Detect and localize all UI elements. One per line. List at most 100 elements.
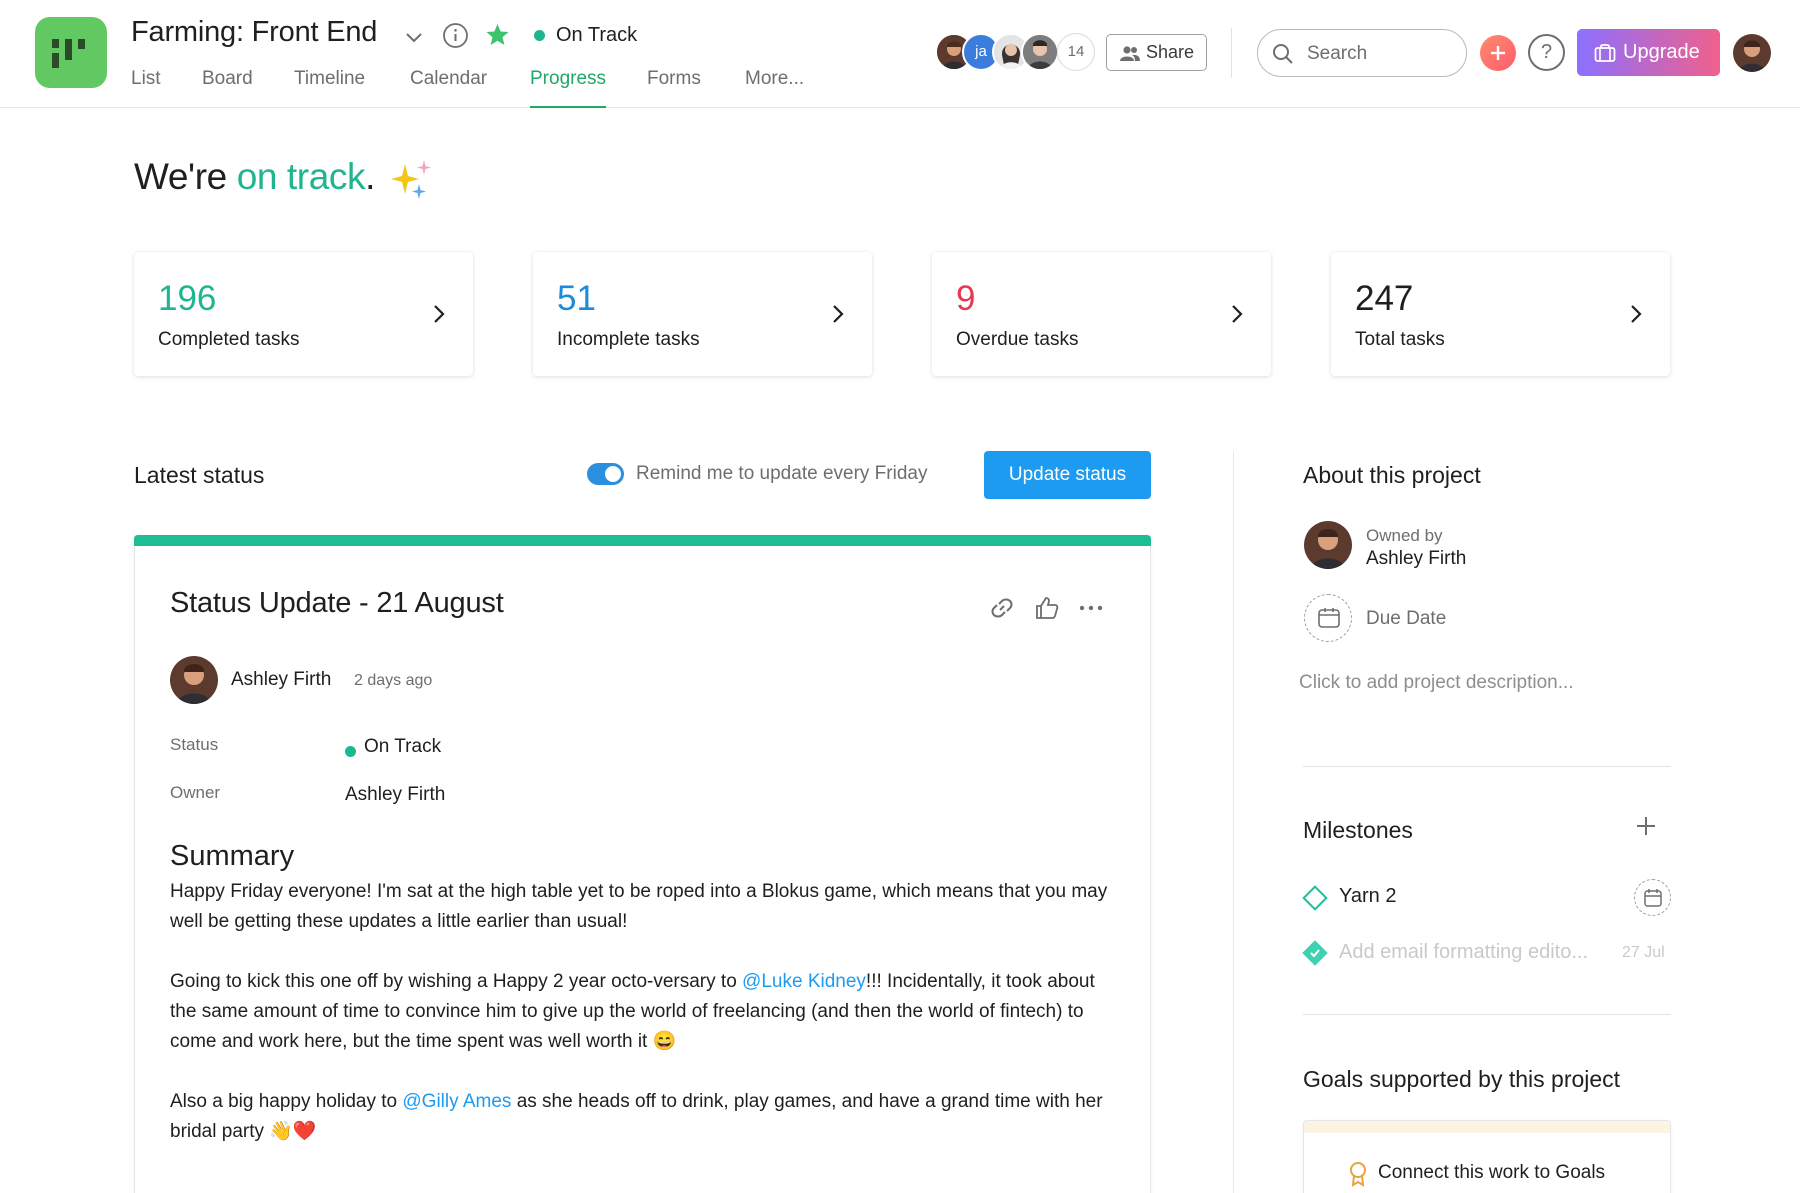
headline-prefix: We're	[134, 156, 237, 197]
avatar[interactable]	[1021, 33, 1059, 71]
info-icon[interactable]	[442, 22, 469, 49]
update-status-button[interactable]: Update status	[984, 451, 1151, 499]
member-count[interactable]: 14	[1057, 33, 1095, 71]
share-label: Share	[1146, 42, 1195, 62]
latest-status-title: Latest status	[134, 462, 265, 488]
status-color-bar	[134, 535, 1151, 546]
connect-goals-label: Connect this work to Goals	[1378, 1162, 1606, 1183]
headline-suffix: .	[365, 156, 375, 197]
divider	[1303, 766, 1671, 767]
owned-by-label: Owned by	[1366, 526, 1443, 545]
mention-link[interactable]: @Gilly Ames	[402, 1091, 511, 1112]
tab-list[interactable]: List	[131, 68, 161, 108]
milestones-title: Milestones	[1303, 817, 1413, 843]
calendar-icon	[1318, 608, 1340, 628]
milestone-complete-icon[interactable]	[1302, 940, 1328, 966]
search-input[interactable]: Search	[1257, 29, 1467, 77]
link-icon[interactable]	[988, 594, 1016, 622]
tab-progress[interactable]: Progress	[530, 68, 607, 108]
owner-name[interactable]: Ashley Firth	[1366, 548, 1466, 570]
star-icon[interactable]	[484, 22, 511, 49]
search-icon	[1273, 44, 1293, 64]
check-icon	[1310, 949, 1320, 958]
column-divider	[1233, 451, 1234, 1193]
divider	[1303, 1014, 1671, 1015]
paragraph-text: Also a big happy holiday to	[170, 1091, 403, 1112]
headline-accent: on track	[236, 156, 366, 197]
milestone-date-button[interactable]	[1634, 879, 1671, 916]
stat-card-overdue[interactable]: 9 Overdue tasks	[932, 252, 1271, 376]
summary-paragraph: Going to kick this one off by wishing a …	[170, 967, 1120, 1057]
tab-forms[interactable]: Forms	[647, 68, 701, 108]
summary-paragraph: Happy Friday everyone! I'm sat at the hi…	[170, 881, 1108, 932]
tab-calendar[interactable]: Calendar	[410, 68, 487, 108]
plus-icon	[1491, 46, 1505, 60]
connect-goals-card[interactable]: Connect this work to Goals	[1303, 1120, 1671, 1193]
status-field-value: On Track	[364, 736, 442, 757]
milestone-diamond-icon[interactable]	[1302, 885, 1328, 911]
stat-card-incomplete[interactable]: 51 Incomplete tasks	[533, 252, 872, 376]
status-field-label: Status	[170, 735, 219, 754]
quick-add-button[interactable]	[1480, 35, 1516, 71]
stat-label: Total tasks	[1355, 329, 1445, 350]
status-dot	[534, 30, 545, 41]
upgrade-button[interactable]: Upgrade	[1577, 29, 1720, 76]
remind-toggle[interactable]	[587, 463, 624, 485]
chevron-right-icon	[1631, 305, 1642, 323]
stat-value: 9	[956, 279, 976, 318]
stat-label: Overdue tasks	[956, 329, 1079, 350]
author-avatar[interactable]	[170, 656, 218, 704]
milestone-name[interactable]: Yarn 2	[1339, 885, 1396, 908]
due-date-button[interactable]	[1304, 594, 1352, 642]
more-options-icon[interactable]	[1077, 594, 1105, 622]
remind-label: Remind me to update every Friday	[636, 463, 928, 484]
timestamp: 2 days ago	[354, 672, 433, 689]
tab-more[interactable]: More...	[745, 68, 804, 108]
sparkle-icon	[391, 160, 431, 199]
people-icon	[1120, 46, 1140, 61]
chevron-right-icon	[434, 305, 445, 323]
milestone-name[interactable]: Add email formatting edito...	[1339, 941, 1588, 964]
project-description-placeholder[interactable]: Click to add project description...	[1299, 672, 1574, 694]
calendar-icon	[1644, 889, 1662, 907]
status-update-title: Status Update - 21 August	[170, 587, 504, 619]
progress-headline: We're on track.	[134, 156, 375, 198]
summary-heading: Summary	[170, 840, 295, 872]
due-date-label[interactable]: Due Date	[1366, 608, 1446, 630]
user-avatar[interactable]	[1733, 34, 1771, 72]
stat-label: Incomplete tasks	[557, 329, 700, 350]
search-placeholder: Search	[1307, 43, 1368, 64]
chevron-down-icon[interactable]	[401, 24, 427, 50]
paragraph-text: Going to kick this one off by wishing a …	[170, 971, 743, 992]
upgrade-label: Upgrade	[1623, 41, 1700, 63]
owner-field-value[interactable]: Ashley Firth	[345, 784, 445, 806]
tab-timeline[interactable]: Timeline	[294, 68, 365, 108]
about-title: About this project	[1303, 462, 1481, 488]
tab-board[interactable]: Board	[202, 68, 253, 108]
author-name[interactable]: Ashley Firth	[231, 669, 331, 691]
project-title[interactable]: Farming: Front End	[131, 16, 377, 49]
project-logo-icon[interactable]	[35, 17, 107, 88]
stat-value: 196	[158, 279, 217, 318]
owner-avatar[interactable]	[1304, 521, 1352, 569]
award-icon	[1350, 1162, 1366, 1187]
top-bar: Farming: Front End On Track List Board T…	[0, 0, 1800, 108]
mention-link[interactable]: @Luke Kidney	[742, 971, 866, 992]
project-status[interactable]: On Track	[556, 24, 637, 47]
summary-paragraph: Also a big happy holiday to @Gilly Ames …	[170, 1087, 1120, 1147]
milestone-date: 27 Jul	[1622, 944, 1665, 961]
gift-icon	[1594, 43, 1616, 62]
status-dot	[345, 746, 356, 757]
like-icon[interactable]	[1033, 594, 1061, 622]
divider	[1231, 28, 1232, 78]
chevron-right-icon	[833, 305, 844, 323]
stat-value: 51	[557, 279, 596, 318]
help-button[interactable]: ?	[1528, 34, 1565, 71]
stat-label: Completed tasks	[158, 329, 300, 350]
stat-value: 247	[1355, 279, 1414, 318]
add-milestone-icon[interactable]	[1635, 815, 1657, 837]
owner-field-label: Owner	[170, 783, 221, 802]
share-button[interactable]: Share	[1106, 34, 1207, 71]
stat-card-total[interactable]: 247 Total tasks	[1331, 252, 1670, 376]
stat-card-completed[interactable]: 196 Completed tasks	[134, 252, 473, 376]
